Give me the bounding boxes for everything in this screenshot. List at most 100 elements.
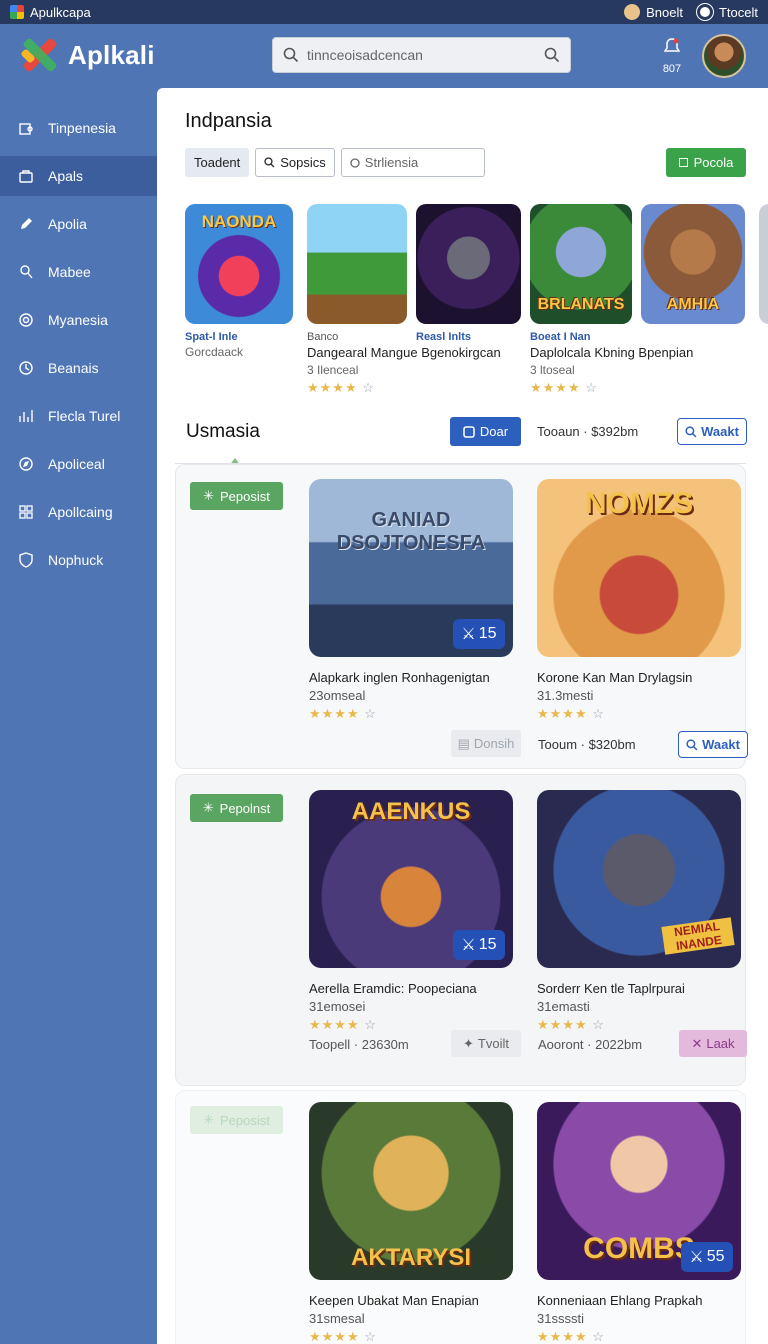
- row-tag[interactable]: ✳ Peposist: [190, 482, 283, 510]
- carousel-item[interactable]: Reasl Inlts: [416, 204, 521, 343]
- box-icon: [463, 425, 475, 438]
- sidebar-item[interactable]: Tinpenesia: [0, 108, 157, 148]
- game-artwork: AKTARYSI: [309, 1102, 513, 1280]
- filter-bar: Toadent Sopsics Strliensia: [185, 148, 485, 177]
- row-secondary-button[interactable]: ▤ Donsih: [451, 730, 521, 757]
- card-title: Aerella Eramdic: Poopeciana: [309, 981, 477, 996]
- row-tag[interactable]: ✳ Peposist: [190, 1106, 283, 1134]
- rating-stars: ★★★★ ☆: [309, 1329, 513, 1344]
- system-app-name: Apulkcapa: [30, 4, 91, 20]
- card-meta: 23omseal: [309, 688, 366, 703]
- action-button-label: Pocola: [693, 155, 734, 170]
- rating-badge: ⚔ 15: [453, 930, 505, 960]
- item-title: Dangearal Mangue Bgenokirgcan: [307, 345, 501, 360]
- filter-input-placeholder: Strliensia: [364, 155, 419, 170]
- sparkle-icon: ✳: [202, 800, 214, 815]
- rating-badge: ⚔ 15: [453, 619, 505, 649]
- sword-icon: ⚔: [461, 937, 476, 954]
- sidebar-item[interactable]: Apolia: [0, 204, 157, 244]
- sidebar-item[interactable]: Beanais: [0, 348, 157, 388]
- game-card[interactable]: AAENKUS ⚔ 15 Aerella Eramdic: Poopeciana …: [309, 790, 513, 1033]
- filter-tab-2[interactable]: Sopsics: [255, 148, 335, 177]
- logo-mark-icon: [20, 37, 58, 73]
- card-meta: 31smesal: [309, 1311, 365, 1326]
- sidebar-item-label: Apolia: [48, 216, 87, 232]
- sidebar-item[interactable]: Myanesia: [0, 300, 157, 340]
- art-title: AKTARYSI: [351, 1244, 471, 1271]
- user-chip[interactable]: Bnoelt: [624, 4, 683, 20]
- row-price: Tooum · $320bm: [538, 737, 636, 752]
- row-action-button[interactable]: Waakt: [678, 731, 748, 758]
- sidebar-item-label: Apollcaing: [48, 504, 113, 520]
- carousel-item[interactable]: NAONDA Spat-l Inle Gorcdaack: [185, 204, 293, 359]
- app-icon: [10, 5, 24, 19]
- game-artwork: NOMZS: [537, 479, 741, 657]
- sidebar-item[interactable]: Nophuck: [0, 540, 157, 580]
- game-card[interactable]: NEMIAL INANDE Sorderr Ken tle Taplrpurai…: [537, 790, 741, 1033]
- row-price: Aooront · 2022bm: [538, 1037, 643, 1052]
- compass-icon: [19, 457, 33, 471]
- brand-logo[interactable]: Aplkali: [20, 37, 155, 73]
- carousel-item[interactable]: BRLANATS Boeat I Nan Daplolcala Kbning B…: [530, 204, 693, 396]
- art-title: AMHIA: [666, 296, 720, 313]
- search-input[interactable]: [307, 47, 536, 63]
- sidebar-item[interactable]: Mabee: [0, 252, 157, 292]
- sidebar-item-label: Apoliceal: [48, 456, 105, 472]
- filter-input[interactable]: Strliensia: [340, 148, 485, 177]
- star-empty-icon: ☆: [592, 706, 605, 721]
- sidebar-item[interactable]: Apollcaing: [0, 492, 157, 532]
- rating-filled: ★★★★: [309, 706, 360, 721]
- game-card[interactable]: NOMZS Korone Kan Man Drylagsin 31.3mesti…: [537, 479, 741, 722]
- section-action-button[interactable]: Waakt: [677, 418, 747, 445]
- account-dot-icon: [696, 4, 713, 20]
- star-empty-icon: ☆: [364, 1329, 377, 1344]
- carousel-item[interactable]: Banco Dangearal Mangue Bgenokirgcan 3 Il…: [307, 204, 501, 396]
- row-secondary-button[interactable]: ✦ Tvoilt: [451, 1030, 521, 1057]
- filter-tab-1[interactable]: Toadent: [185, 148, 250, 177]
- sidebar-item[interactable]: Apoliceal: [0, 444, 157, 484]
- star-empty-icon: ☆: [364, 1017, 377, 1032]
- game-card[interactable]: AKTARYSI Keepen Ubakat Man Enapian 31sme…: [309, 1102, 513, 1344]
- account-chip[interactable]: Ttocelt: [696, 4, 758, 20]
- notifications-button[interactable]: 807: [659, 38, 685, 75]
- card-title: Keepen Ubakat Man Enapian: [309, 1293, 479, 1308]
- search-icon: [283, 47, 299, 63]
- avatar[interactable]: [702, 34, 746, 78]
- main-panel: Indpansia Toadent Sopsics Strliensia Poc…: [157, 88, 768, 1344]
- row-panel: ✳ Peposist GANIAD DSOJTONESFA ⚔ 15 Alapkar…: [175, 464, 748, 769]
- sword-icon: ⚔: [461, 626, 476, 643]
- game-artwork: BRLANATS: [530, 204, 632, 324]
- section-primary-label: Doar: [479, 424, 509, 439]
- art-title: BRLANATS: [537, 296, 625, 313]
- row-tag[interactable]: ✳ Pepolnst: [190, 794, 283, 822]
- notification-count: 807: [662, 63, 682, 75]
- section-title: Usmasia: [186, 421, 260, 442]
- sparkle-icon: ✦: [463, 1035, 474, 1051]
- shield-icon: [19, 552, 33, 568]
- carousel-item[interactable]: [759, 204, 768, 324]
- star-empty-icon: ☆: [585, 380, 598, 395]
- filter-tab-2-label: Sopsics: [280, 155, 326, 170]
- brand-name: Aplkali: [68, 39, 155, 70]
- game-artwork: COMBS ⚔ 55: [537, 1102, 741, 1280]
- game-card[interactable]: GANIAD DSOJTONESFA ⚔ 15 Alapkark inglen R…: [309, 479, 513, 722]
- game-artwork: NAONDA: [185, 204, 293, 324]
- carousel-item[interactable]: AMHIA: [641, 204, 745, 324]
- row-panel: ✳ Peposist AKTARYSI Keepen Ubakat Man Ena…: [175, 1090, 746, 1344]
- system-bar: Apulkcapa Bnoelt Ttocelt: [0, 0, 768, 24]
- rating-filled: ★★★★: [309, 1017, 360, 1032]
- sidebar-item[interactable]: Flecla Turel: [0, 396, 157, 436]
- list-icon: ▤: [457, 735, 470, 751]
- section-primary-button[interactable]: Doar: [450, 417, 521, 446]
- row-action-button[interactable]: ✕ Laak: [679, 1030, 747, 1057]
- rating-stars: ★★★★ ☆: [307, 380, 407, 396]
- game-card[interactable]: COMBS ⚔ 55 Konneniaan Ehlang Prapkah 31ss…: [537, 1102, 741, 1344]
- sidebar-item[interactable]: Apals: [0, 156, 157, 196]
- search-icon: [686, 738, 698, 750]
- search-bar[interactable]: [272, 37, 571, 73]
- search-submit-icon[interactable]: [544, 47, 560, 63]
- rating-filled: ★★★★: [307, 380, 358, 395]
- action-button[interactable]: Pocola: [666, 148, 746, 177]
- rating-stars: ★★★★ ☆: [537, 1329, 741, 1344]
- badge-value: 15: [478, 936, 497, 953]
